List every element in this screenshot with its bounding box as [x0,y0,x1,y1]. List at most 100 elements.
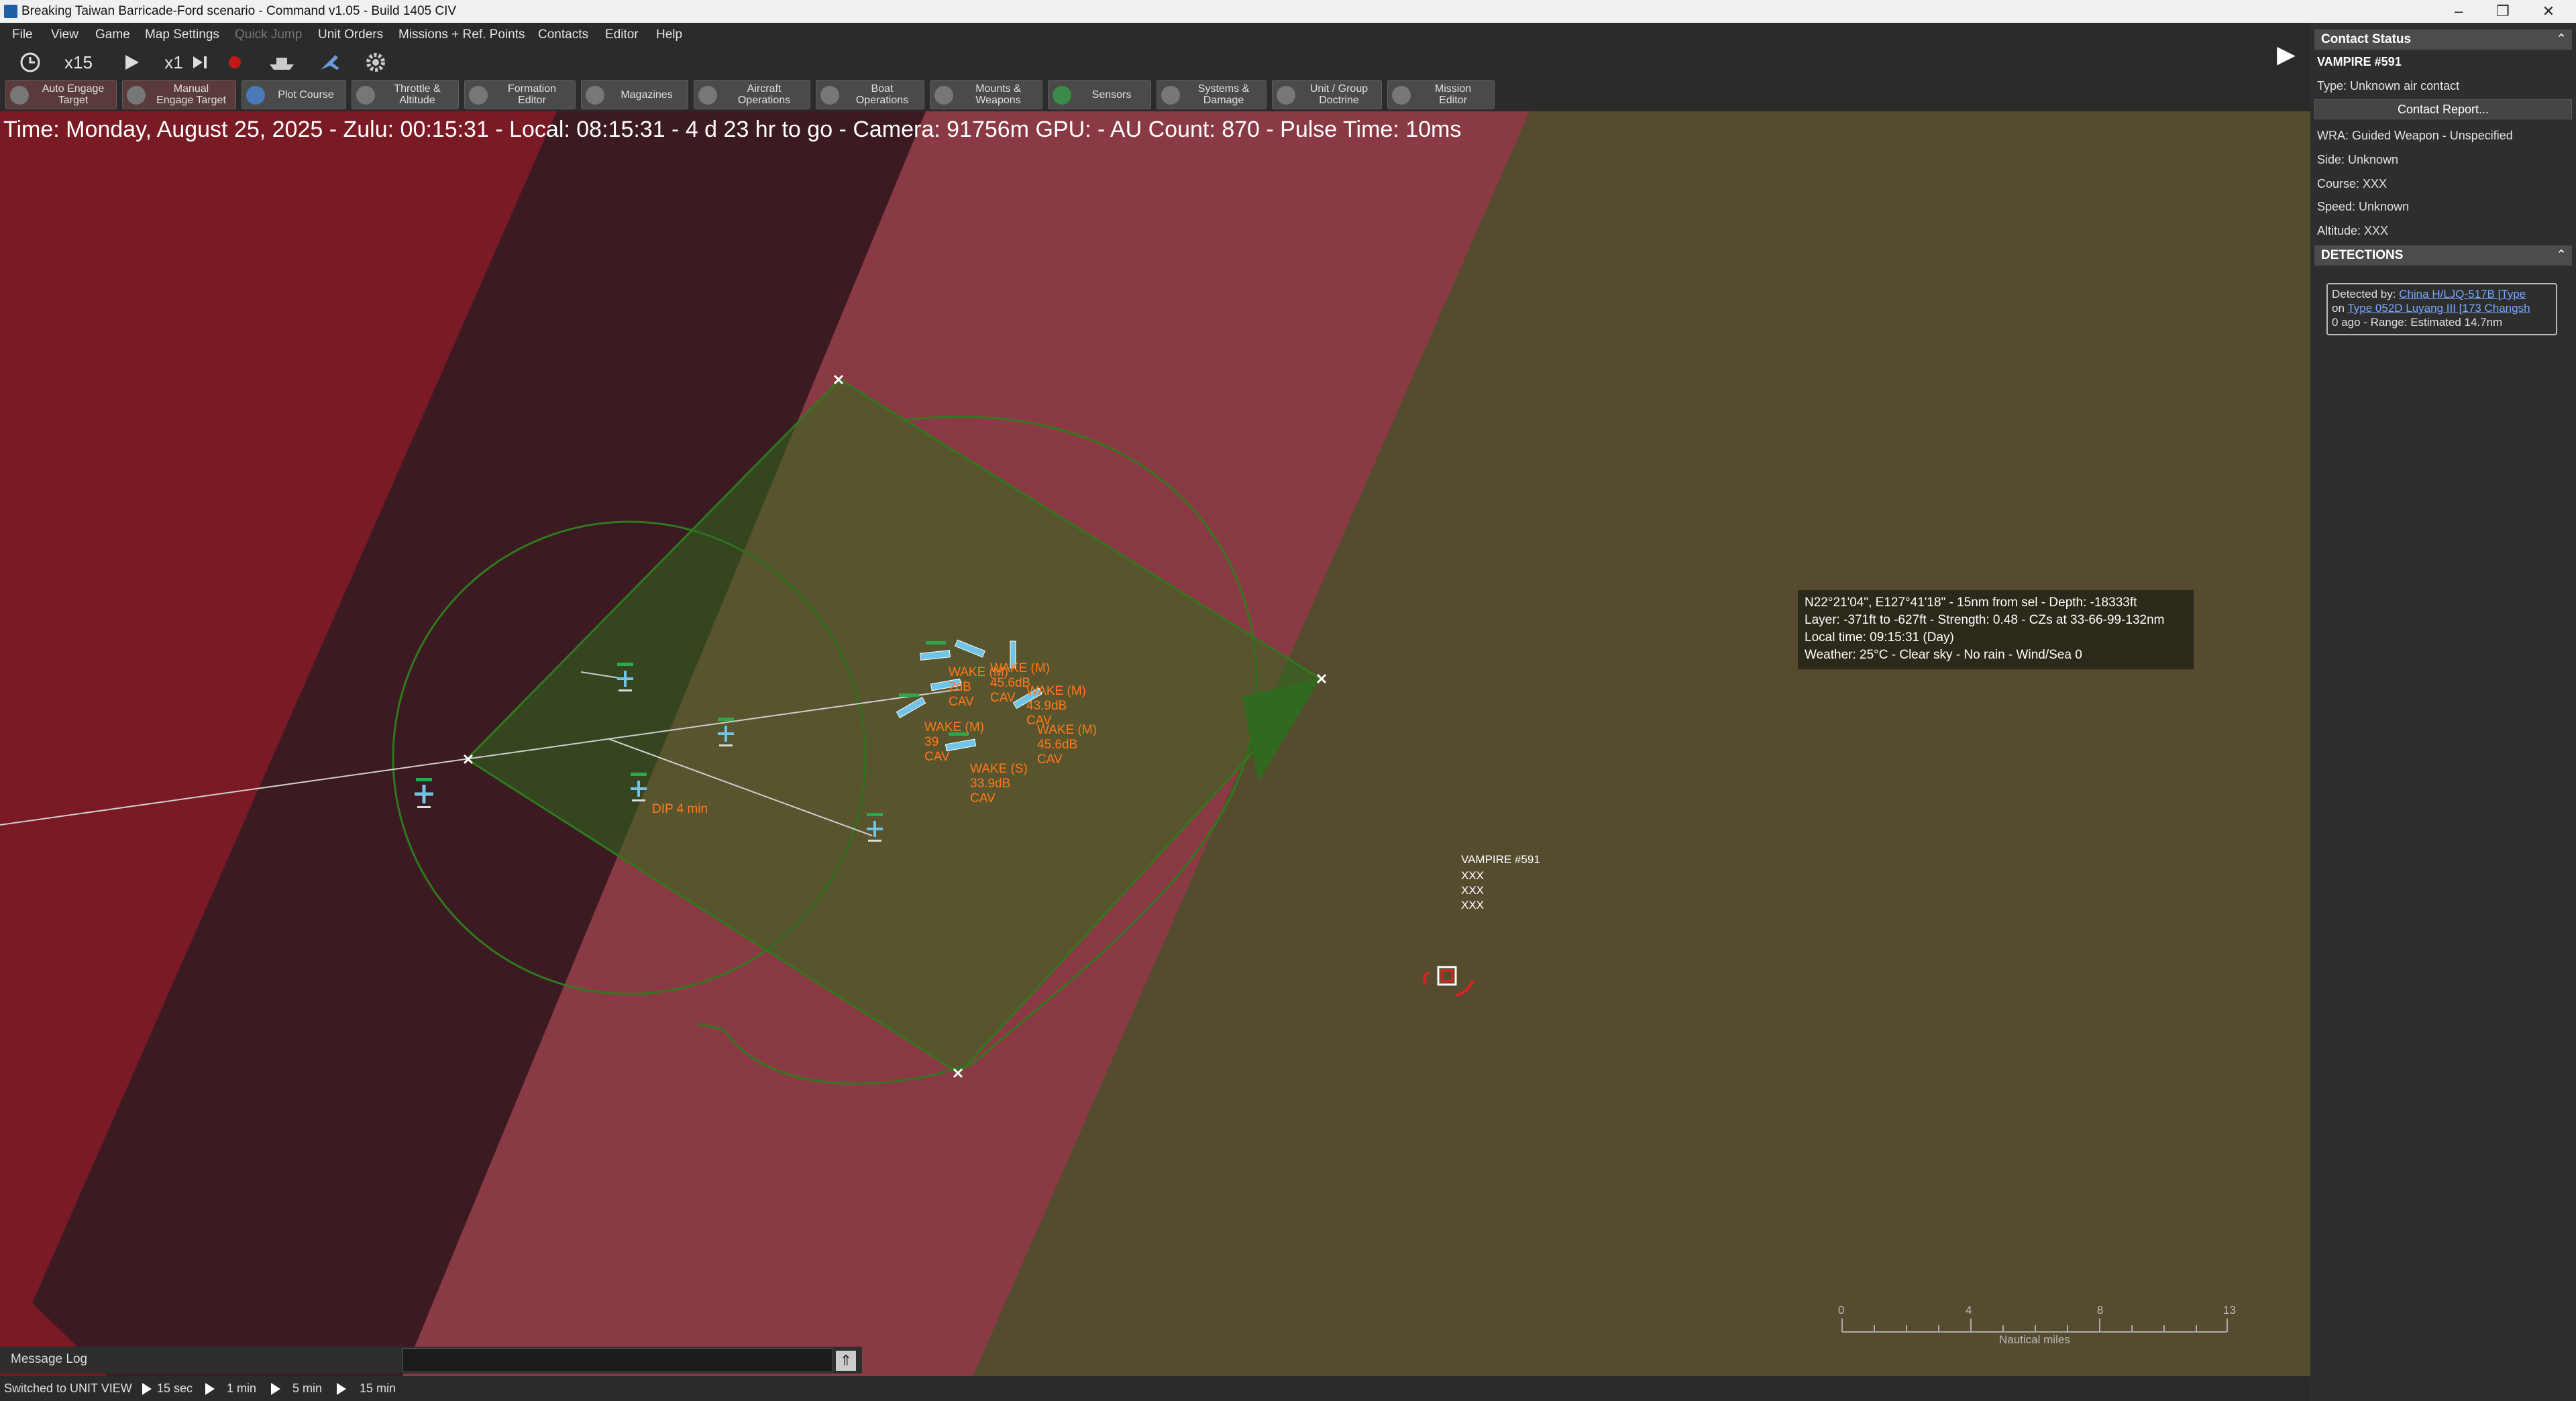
simulation-status-line: Time: Monday, August 25, 2025 - Zulu: 00… [3,117,1462,142]
detection-entry: Detected by: China H/LJQ-517B [Type on T… [2326,283,2557,335]
collapse-panel-icon[interactable]: ▶ [2274,40,2298,80]
scale-unit: Nautical miles [1999,1333,2070,1346]
contact-altitude-label: XXX [1461,899,1485,911]
map-canvas [0,111,1529,1376]
weapons-icon [934,86,953,105]
contact-speed-label: XXX [1461,884,1485,897]
radar-icon [1053,86,1071,105]
detections-header[interactable]: DETECTIONS ⌃ [2314,245,2572,266]
tooltip-local-time: Local time: 09:15:31 (Day) [1805,630,1954,645]
map-hover-tooltip: N22°21'04", E127°41'18" - 15nm from sel … [1798,590,2194,669]
app-icon [4,5,17,18]
aircraft-icon[interactable] [315,51,345,74]
step-15-min[interactable]: 15 min [360,1376,396,1401]
systems-damage-button[interactable]: Systems & Damage [1157,80,1267,109]
detecting-unit-link[interactable]: Type 052D Luyang III [173 Changsh [2347,302,2530,315]
minimize-button[interactable]: – [2436,0,2481,23]
tactical-map[interactable]: Time: Monday, August 25, 2025 - Zulu: 00… [0,111,2310,1376]
mounts-weapons-button[interactable]: Mounts & Weapons [930,80,1042,109]
boat-icon [820,86,839,105]
menu-contacts[interactable]: Contacts [538,23,588,47]
record-icon[interactable] [221,51,248,74]
expand-log-icon[interactable]: ⇑ [836,1351,856,1371]
play-step-icon[interactable] [142,1383,152,1395]
time-compression-readout: x15 [64,52,93,72]
menu-view[interactable]: View [51,23,78,47]
status-bar: Switched to UNIT VIEW 15 sec 1 min 5 min… [0,1376,2310,1401]
tooltip-position: N22°21'04", E127°41'18" - 15nm from sel … [1805,596,2137,610]
plane-icon [698,86,717,105]
maximize-button[interactable]: ❐ [2481,0,2525,23]
course-icon [246,86,265,105]
contact-type: Type: Unknown air contact [2317,79,2460,93]
menu-quick-jump[interactable]: Quick Jump [235,23,302,47]
step-15-sec[interactable]: 15 sec [157,1376,193,1401]
contact-course: Course: XXX [2317,177,2387,190]
contact-report-button[interactable]: Contact Report... [2314,99,2572,119]
menu-file[interactable]: File [12,23,33,47]
throttle-altitude-button[interactable]: Throttle & Altitude [352,80,459,109]
play-step-icon[interactable] [337,1383,346,1395]
time-toolbar: x15 x1 [0,47,2310,78]
contact-name-label: VAMPIRE #591 [1461,853,1540,866]
message-log-label: Message Log [11,1352,88,1366]
step-5-min[interactable]: 5 min [292,1376,322,1401]
tooltip-layer: Layer: -371ft to -627ft - Strength: 0.48… [1805,613,2165,627]
auto-engage-button[interactable]: Auto Engage Target [5,80,117,109]
formation-editor-button[interactable]: Formation Editor [464,80,576,109]
gear-icon[interactable] [361,51,390,74]
sensors-button[interactable]: Sensors [1048,80,1151,109]
plot-course-button[interactable]: Plot Course [241,80,346,109]
message-log[interactable]: Message Log ⇑ [0,1347,862,1374]
contact-course-label: XXX [1461,869,1485,882]
chevron-up-icon[interactable]: ⌃ [2556,245,2567,266]
hostile-contact-marker[interactable] [1422,966,1474,997]
clock-icon[interactable] [13,51,47,74]
chevron-up-icon[interactable]: ⌃ [2556,30,2567,50]
window-titlebar: Breaking Taiwan Barricade-Ford scenario … [0,0,2576,23]
play-step-icon[interactable] [205,1383,215,1395]
menu-bar: File View Game Map Settings Quick Jump U… [0,23,2310,47]
mission-editor-button[interactable]: Mission Editor [1387,80,1495,109]
wake-label: WAKE (M) 45.6dB CAV [1037,723,1097,767]
boat-operations-button[interactable]: Boat Operations [816,80,924,109]
menu-missions[interactable]: Missions + Ref. Points [398,23,525,47]
command-toolbar: Auto Engage Target Manual Engage Target … [0,78,2310,111]
aircraft-operations-button[interactable]: Aircraft Operations [694,80,810,109]
contact-status-header[interactable]: Contact Status ⌃ [2314,30,2572,50]
wake-label: WAKE (M) 43.9dB CAV [1026,684,1087,728]
contact-name: VAMPIRE #591 [2317,55,2402,68]
window-title: Breaking Taiwan Barricade-Ford scenario … [21,4,457,18]
magazine-icon [586,86,604,105]
step-forward-icon[interactable] [191,51,209,74]
contact-wra: WRA: Guided Weapon - Unspecified [2317,129,2513,142]
detecting-sensor-link[interactable]: China H/LJQ-517B [Type [2399,288,2526,300]
doctrine-button[interactable]: Unit / Group Doctrine [1272,80,1382,109]
menu-map-settings[interactable]: Map Settings [145,23,219,47]
menu-unit-orders[interactable]: Unit Orders [318,23,383,47]
gear-icon [1161,86,1180,105]
contact-side: Side: Unknown [2317,153,2399,166]
message-log-bar[interactable] [402,1348,833,1372]
speed-readout: x1 [164,52,183,72]
scale-bar: 0 4 8 13 Nautical miles [1838,1304,2236,1346]
contact-status-panel: Contact Status ⌃ VAMPIRE #591 Type: Unkno… [2310,23,2576,1401]
manual-engage-button[interactable]: Manual Engage Target [122,80,236,109]
close-button[interactable]: ✕ [2526,0,2571,23]
menu-game[interactable]: Game [95,23,130,47]
crosshair-icon [127,86,146,105]
step-1-min[interactable]: 1 min [227,1376,256,1401]
menu-help[interactable]: Help [656,23,682,47]
play-step-icon[interactable] [271,1383,280,1395]
magazines-button[interactable]: Magazines [581,80,688,109]
scale-ruler [1841,1319,2228,1333]
tooltip-weather: Weather: 25°C - Clear sky - No rain - Wi… [1805,648,2082,662]
detection-range: 0 ago - Range: Estimated 14.7nm [2332,316,2503,329]
menu-editor[interactable]: Editor [605,23,639,47]
formation-icon [469,86,488,105]
contact-speed: Speed: Unknown [2317,200,2410,213]
mission-icon [1392,86,1411,105]
play-button[interactable] [118,51,145,74]
ship-icon[interactable] [267,51,297,74]
status-message: Switched to UNIT VIEW [4,1382,132,1395]
